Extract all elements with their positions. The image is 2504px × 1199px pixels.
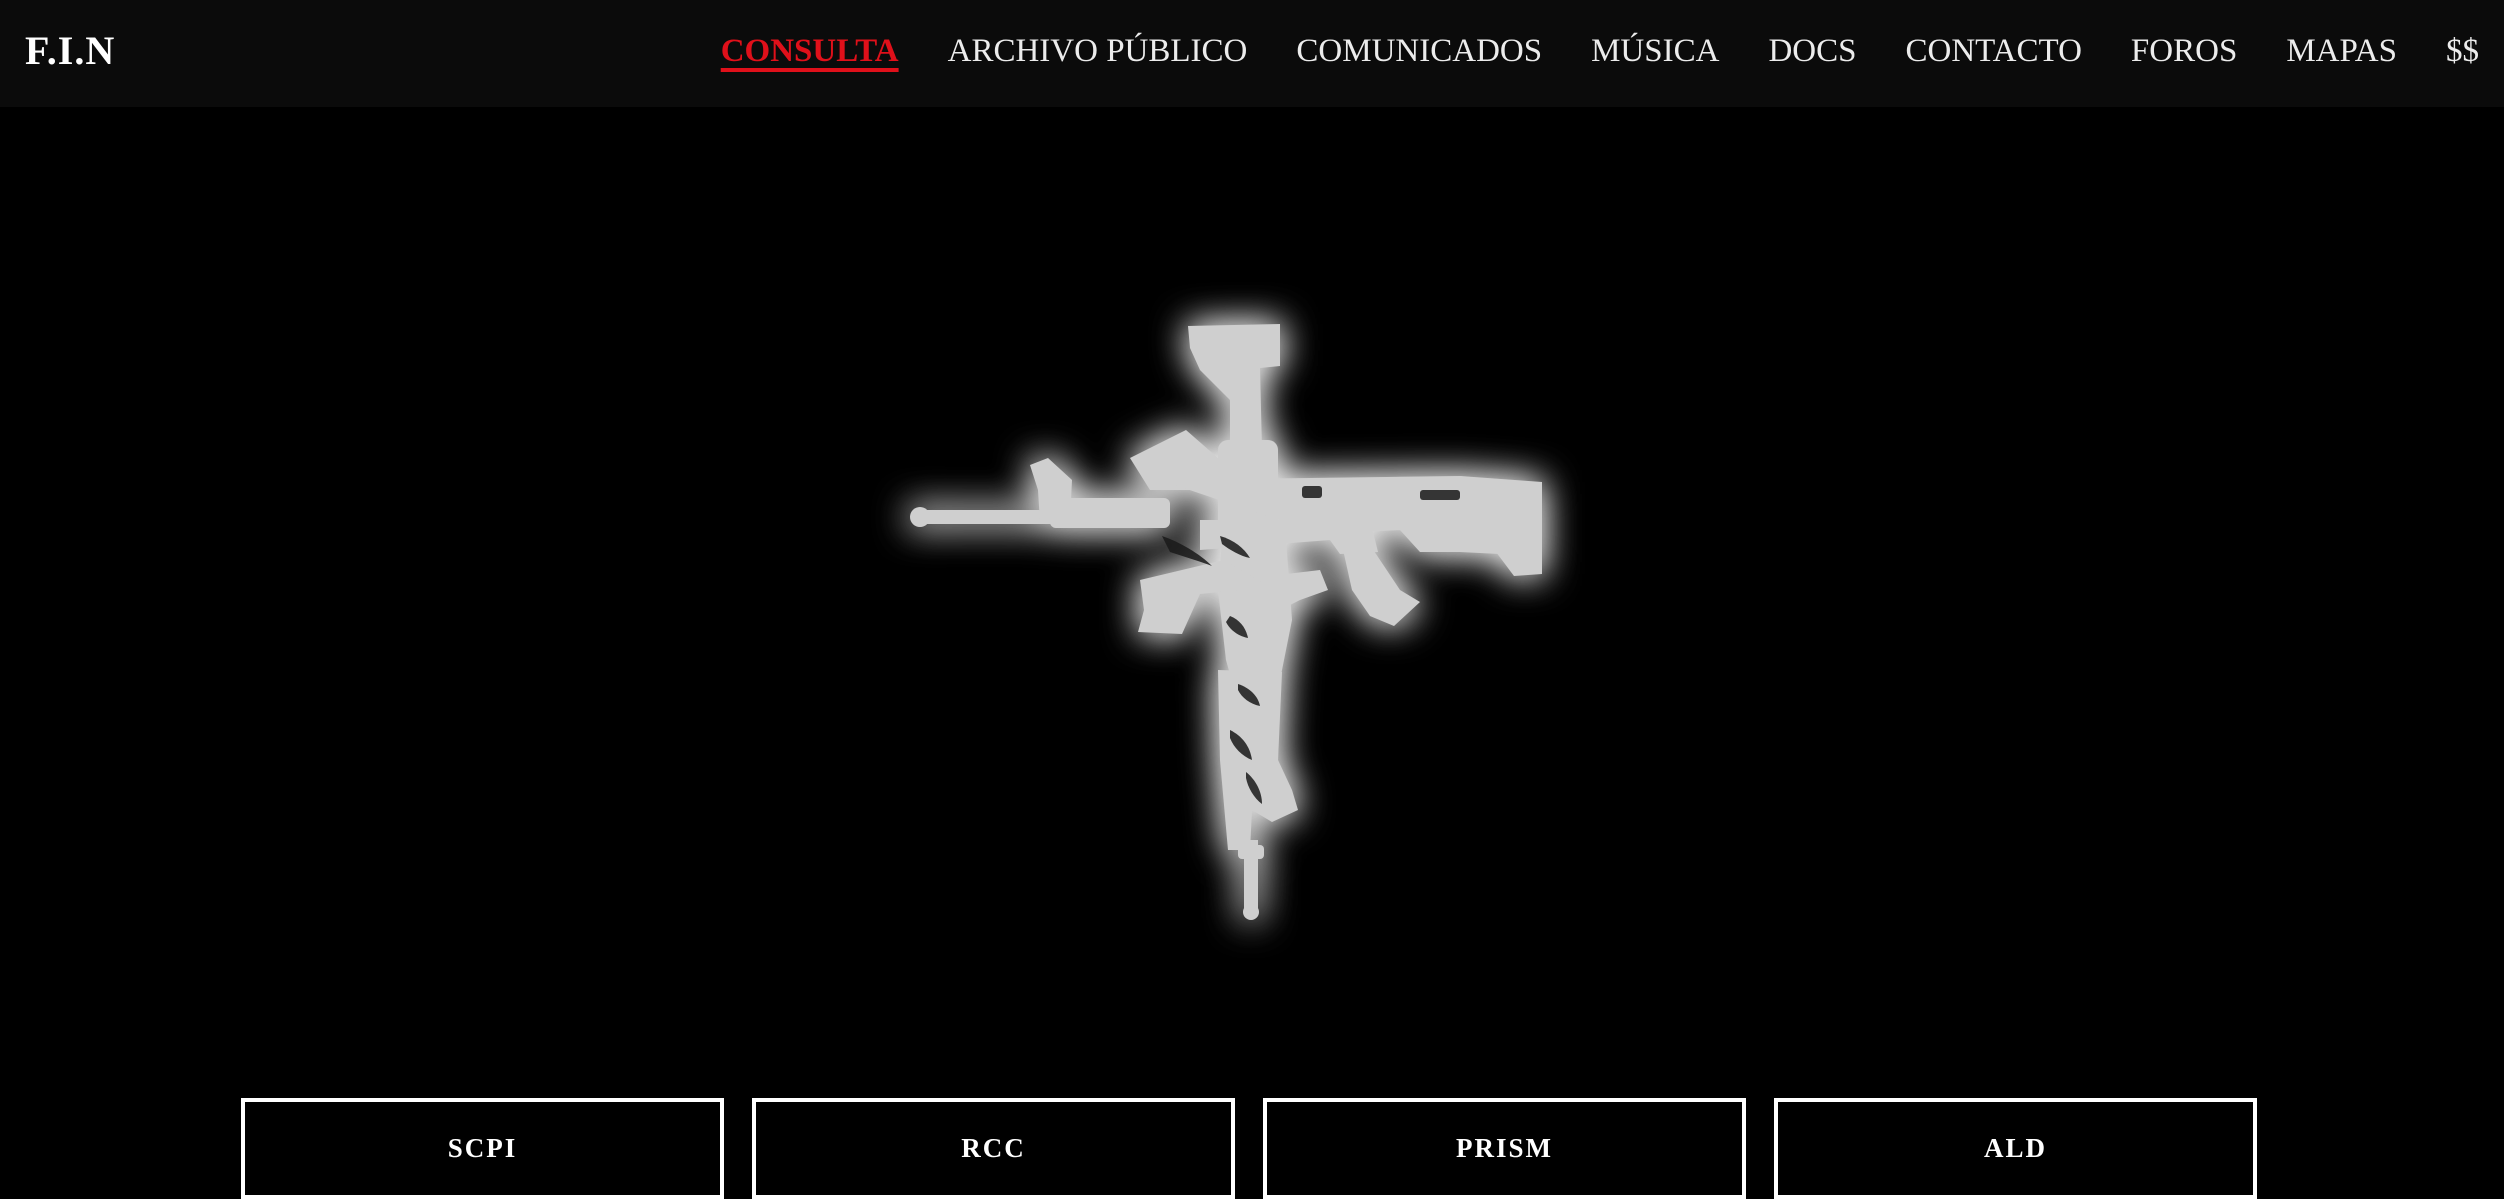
rifle-cross-icon xyxy=(900,290,1580,970)
top-navigation-bar: F.I.N CONSULTA ARCHIVO PÚBLICO COMUNICAD… xyxy=(0,0,2504,107)
nav-item-docs[interactable]: DOCS xyxy=(1768,26,1856,76)
nav-item-mapas[interactable]: MAPAS xyxy=(2286,26,2397,76)
main-nav: CONSULTA ARCHIVO PÚBLICO COMUNICADOS MÚS… xyxy=(721,26,2479,76)
prism-button[interactable]: PRISM xyxy=(1263,1098,1746,1199)
nav-item-contacto[interactable]: CONTACTO xyxy=(1905,26,2081,76)
rcc-button[interactable]: RCC xyxy=(752,1098,1235,1199)
ald-button[interactable]: ALD xyxy=(1774,1098,2257,1199)
nav-item-comunicados[interactable]: COMUNICADOS xyxy=(1296,26,1542,76)
nav-item-donate[interactable]: $$ xyxy=(2446,26,2479,76)
nav-item-foros[interactable]: FOROS xyxy=(2131,26,2237,76)
action-button-row: SCPI RCC PRISM ALD xyxy=(241,1098,2257,1199)
scpi-button[interactable]: SCPI xyxy=(241,1098,724,1199)
nav-item-musica[interactable]: MÚSICA xyxy=(1591,26,1719,76)
nav-item-consulta[interactable]: CONSULTA xyxy=(721,26,899,76)
site-logo[interactable]: F.I.N xyxy=(25,26,115,76)
nav-item-archivo-publico[interactable]: ARCHIVO PÚBLICO xyxy=(948,26,1248,76)
